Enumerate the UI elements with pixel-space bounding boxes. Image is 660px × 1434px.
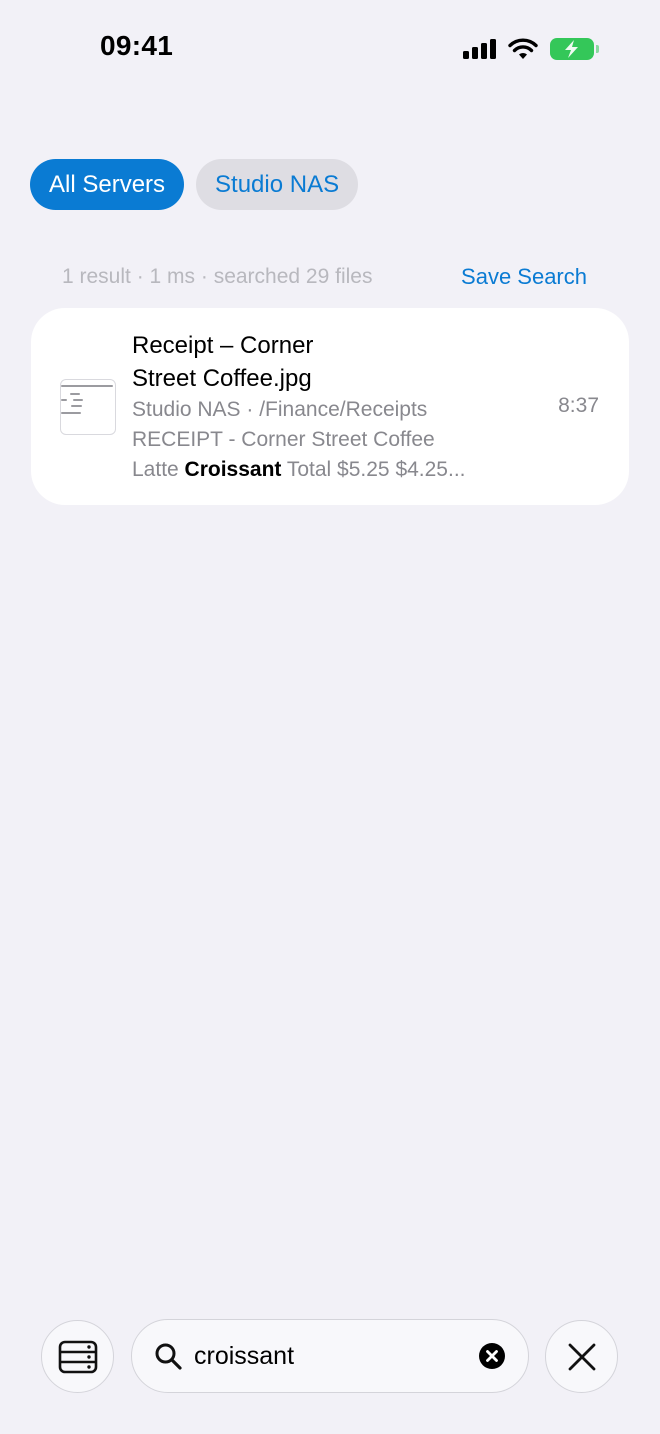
result-snippet-line-2: Latte Croissant Total $5.25 $4.25... bbox=[132, 455, 532, 485]
result-file-name-line-1: Receipt – Corner bbox=[132, 332, 314, 359]
server-list-icon bbox=[58, 1340, 97, 1373]
status-time: 09:41 bbox=[100, 30, 174, 61]
result-location: Studio NAS · /Finance/Receipts bbox=[132, 398, 428, 421]
snippet-prefix: Latte bbox=[132, 458, 185, 481]
clear-icon[interactable] bbox=[479, 1343, 505, 1369]
results-summary: 1 result · 1 ms · searched 29 files bbox=[62, 265, 373, 288]
wifi-icon bbox=[508, 38, 538, 59]
snippet-match-highlight: Croissant bbox=[184, 458, 282, 481]
result-details: Receipt – Corner Street Coffee.jpg Studi… bbox=[132, 329, 532, 485]
status-icons bbox=[463, 34, 599, 64]
servers-button[interactable] bbox=[41, 1320, 114, 1393]
result-snippet-line-1: RECEIPT - Corner Street Coffee bbox=[132, 428, 435, 451]
result-file-name: Receipt – Corner Street Coffee.jpg bbox=[132, 329, 532, 395]
results-meta: 1 result · 1 ms · searched 29 files Save… bbox=[62, 264, 587, 290]
receipt-thumbnail bbox=[60, 379, 116, 435]
signal-icon bbox=[463, 39, 496, 59]
search-screen: 09:41 All Servers Studio NAS 1 result · … bbox=[0, 0, 660, 1434]
search-icon bbox=[155, 1343, 182, 1370]
search-query[interactable]: croissant bbox=[194, 1342, 479, 1371]
close-search-button[interactable] bbox=[545, 1320, 618, 1393]
save-search-button[interactable]: Save Search bbox=[461, 264, 587, 290]
battery-charging-icon bbox=[550, 38, 599, 60]
result-time: 8:37 bbox=[558, 394, 599, 417]
close-icon bbox=[568, 1343, 595, 1370]
server-filter-chips: All Servers Studio NAS bbox=[30, 159, 359, 210]
filter-studio-nas[interactable]: Studio NAS bbox=[196, 159, 359, 210]
search-input[interactable]: croissant bbox=[131, 1319, 529, 1393]
snippet-suffix: Total $5.25 $4.25... bbox=[281, 458, 466, 481]
result-file-name-line-2: Street Coffee.jpg bbox=[132, 365, 312, 392]
result-card[interactable]: Receipt – Corner Street Coffee.jpg Studi… bbox=[31, 308, 629, 505]
filter-all-servers[interactable]: All Servers bbox=[30, 159, 185, 210]
